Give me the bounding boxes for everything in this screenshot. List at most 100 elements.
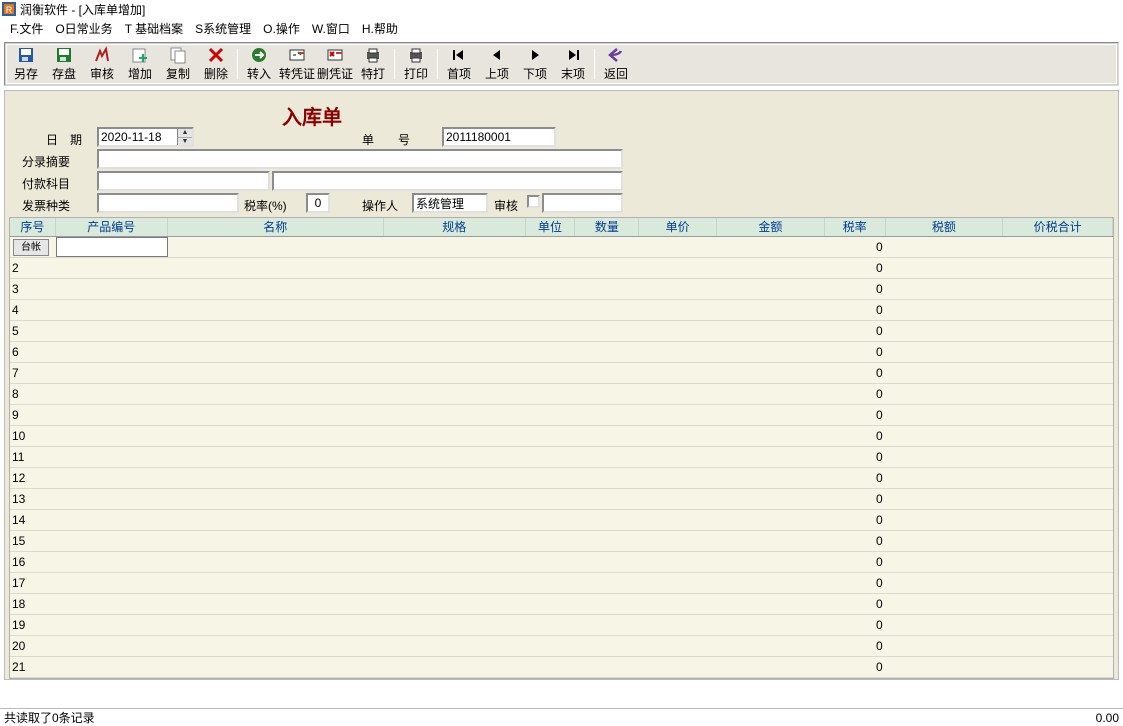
cell-price[interactable] [639,258,717,278]
cell-spec[interactable] [384,573,526,593]
cell-unit[interactable] [526,552,576,572]
cell-tax[interactable] [886,426,1004,446]
cell-qty[interactable] [575,594,639,614]
cell-name[interactable] [168,489,384,509]
cell-qty[interactable] [575,636,639,656]
cell-code[interactable] [56,468,168,488]
cell-name[interactable] [168,363,384,383]
cell-unit[interactable] [526,468,576,488]
table-row[interactable]: 0 [10,237,1113,258]
cell-amount[interactable] [717,636,825,656]
cell-qty[interactable] [575,321,639,341]
toolbar-import[interactable]: 转入 [240,45,278,83]
cell-rate[interactable]: 0 [825,489,886,509]
cell-amount[interactable] [717,258,825,278]
cell-qty[interactable] [575,531,639,551]
cell-rate[interactable]: 0 [825,657,886,677]
table-row[interactable]: 50 [10,321,1113,342]
toolbar-copy[interactable]: 复制 [159,45,197,83]
menu-help[interactable]: H.帮助 [362,20,398,37]
cell-spec[interactable] [384,531,526,551]
cell-total[interactable] [1003,384,1113,404]
cell-name[interactable] [168,384,384,404]
cell-qty[interactable] [575,615,639,635]
cell-total[interactable] [1003,573,1113,593]
cell-tax[interactable] [886,237,1004,257]
cell-price[interactable] [639,300,717,320]
cell-spec[interactable] [384,279,526,299]
cell-spec[interactable] [384,342,526,362]
cell-spec[interactable] [384,657,526,677]
cell-name[interactable] [168,342,384,362]
table-row[interactable]: 140 [10,510,1113,531]
cell-total[interactable] [1003,258,1113,278]
toolbar-special-print[interactable]: 特打 [354,45,392,83]
cell-spec[interactable] [384,615,526,635]
cell-rate[interactable]: 0 [825,321,886,341]
cell-rate[interactable]: 0 [825,405,886,425]
menu-system[interactable]: S系统管理 [195,20,251,37]
cell-total[interactable] [1003,531,1113,551]
table-row[interactable]: 100 [10,426,1113,447]
cell-spec[interactable] [384,384,526,404]
ledger-button[interactable]: 台帐 [13,239,49,256]
cell-price[interactable] [639,489,717,509]
cell-tax[interactable] [886,615,1004,635]
cell-spec[interactable] [384,594,526,614]
cell-unit[interactable] [526,426,576,446]
cell-name[interactable] [168,405,384,425]
cell-tax[interactable] [886,636,1004,656]
cell-tax[interactable] [886,405,1004,425]
cell-qty[interactable] [575,468,639,488]
cell-seq[interactable]: 20 [10,636,56,656]
table-row[interactable]: 160 [10,552,1113,573]
cell-name[interactable] [168,237,384,257]
cell-price[interactable] [639,594,717,614]
cell-unit[interactable] [526,531,576,551]
cell-spec[interactable] [384,468,526,488]
cell-tax[interactable] [886,468,1004,488]
cell-total[interactable] [1003,489,1113,509]
cell-amount[interactable] [717,615,825,635]
cell-total[interactable] [1003,447,1113,467]
cell-price[interactable] [639,237,717,257]
cell-code[interactable] [56,426,168,446]
cell-code[interactable] [56,342,168,362]
cell-rate[interactable]: 0 [825,447,886,467]
cell-qty[interactable] [575,384,639,404]
cell-price[interactable] [639,657,717,677]
cell-total[interactable] [1003,657,1113,677]
cell-code[interactable] [56,510,168,530]
menu-op[interactable]: O.操作 [263,20,300,37]
cell-tax[interactable] [886,384,1004,404]
cell-name[interactable] [168,594,384,614]
cell-amount[interactable] [717,468,825,488]
menu-base[interactable]: T 基础档案 [125,20,183,37]
cell-price[interactable] [639,342,717,362]
cell-seq[interactable]: 17 [10,573,56,593]
cell-spec[interactable] [384,300,526,320]
cell-code[interactable] [56,363,168,383]
cell-amount[interactable] [717,405,825,425]
cell-code[interactable] [56,489,168,509]
cell-rate[interactable]: 0 [825,573,886,593]
cell-unit[interactable] [526,342,576,362]
toolbar-save-as[interactable]: 另存 [7,45,45,83]
cell-spec[interactable] [384,489,526,509]
toolbar-delete[interactable]: 删除 [197,45,235,83]
table-row[interactable]: 110 [10,447,1113,468]
cell-amount[interactable] [717,279,825,299]
cell-spec[interactable] [384,321,526,341]
cell-name[interactable] [168,468,384,488]
col-amount[interactable]: 金额 [717,218,825,236]
cell-tax[interactable] [886,657,1004,677]
audit-input[interactable] [542,193,623,213]
cell-rate[interactable]: 0 [825,510,886,530]
cell-qty[interactable] [575,426,639,446]
cell-price[interactable] [639,279,717,299]
cell-seq[interactable]: 9 [10,405,56,425]
cell-code[interactable] [56,573,168,593]
cell-price[interactable] [639,531,717,551]
cell-name[interactable] [168,426,384,446]
cell-amount[interactable] [717,342,825,362]
